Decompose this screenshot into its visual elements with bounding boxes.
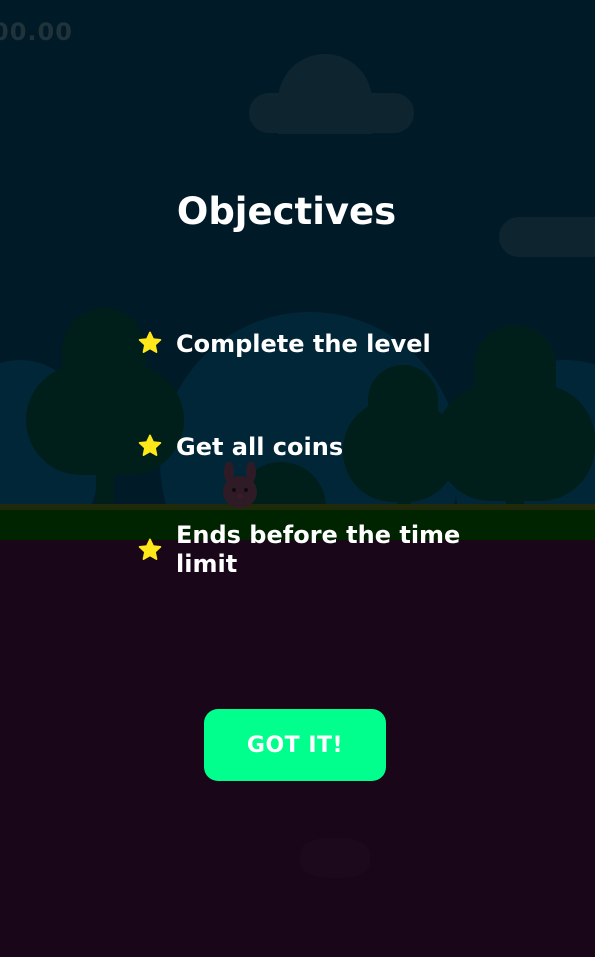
got-it-button[interactable]: GOT IT! (204, 709, 386, 781)
objective-label: Complete the level (176, 330, 431, 358)
star-icon (138, 538, 162, 560)
timer-display: 00.00 (0, 18, 73, 46)
objective-item: Get all coins (137, 433, 476, 462)
star-icon (138, 331, 162, 353)
game-stage: 00.00 Objectives Complete the level Get … (0, 0, 595, 957)
objective-item: Complete the level (137, 330, 476, 359)
objective-label: Get all coins (176, 433, 344, 461)
objective-label: Ends before the time limit (176, 521, 461, 578)
dialog-title: Objectives (176, 190, 397, 233)
star-icon (138, 434, 162, 456)
bunny-character (223, 462, 257, 508)
dirt-spot (300, 838, 370, 878)
objective-item: Ends before the time limit (137, 521, 476, 579)
